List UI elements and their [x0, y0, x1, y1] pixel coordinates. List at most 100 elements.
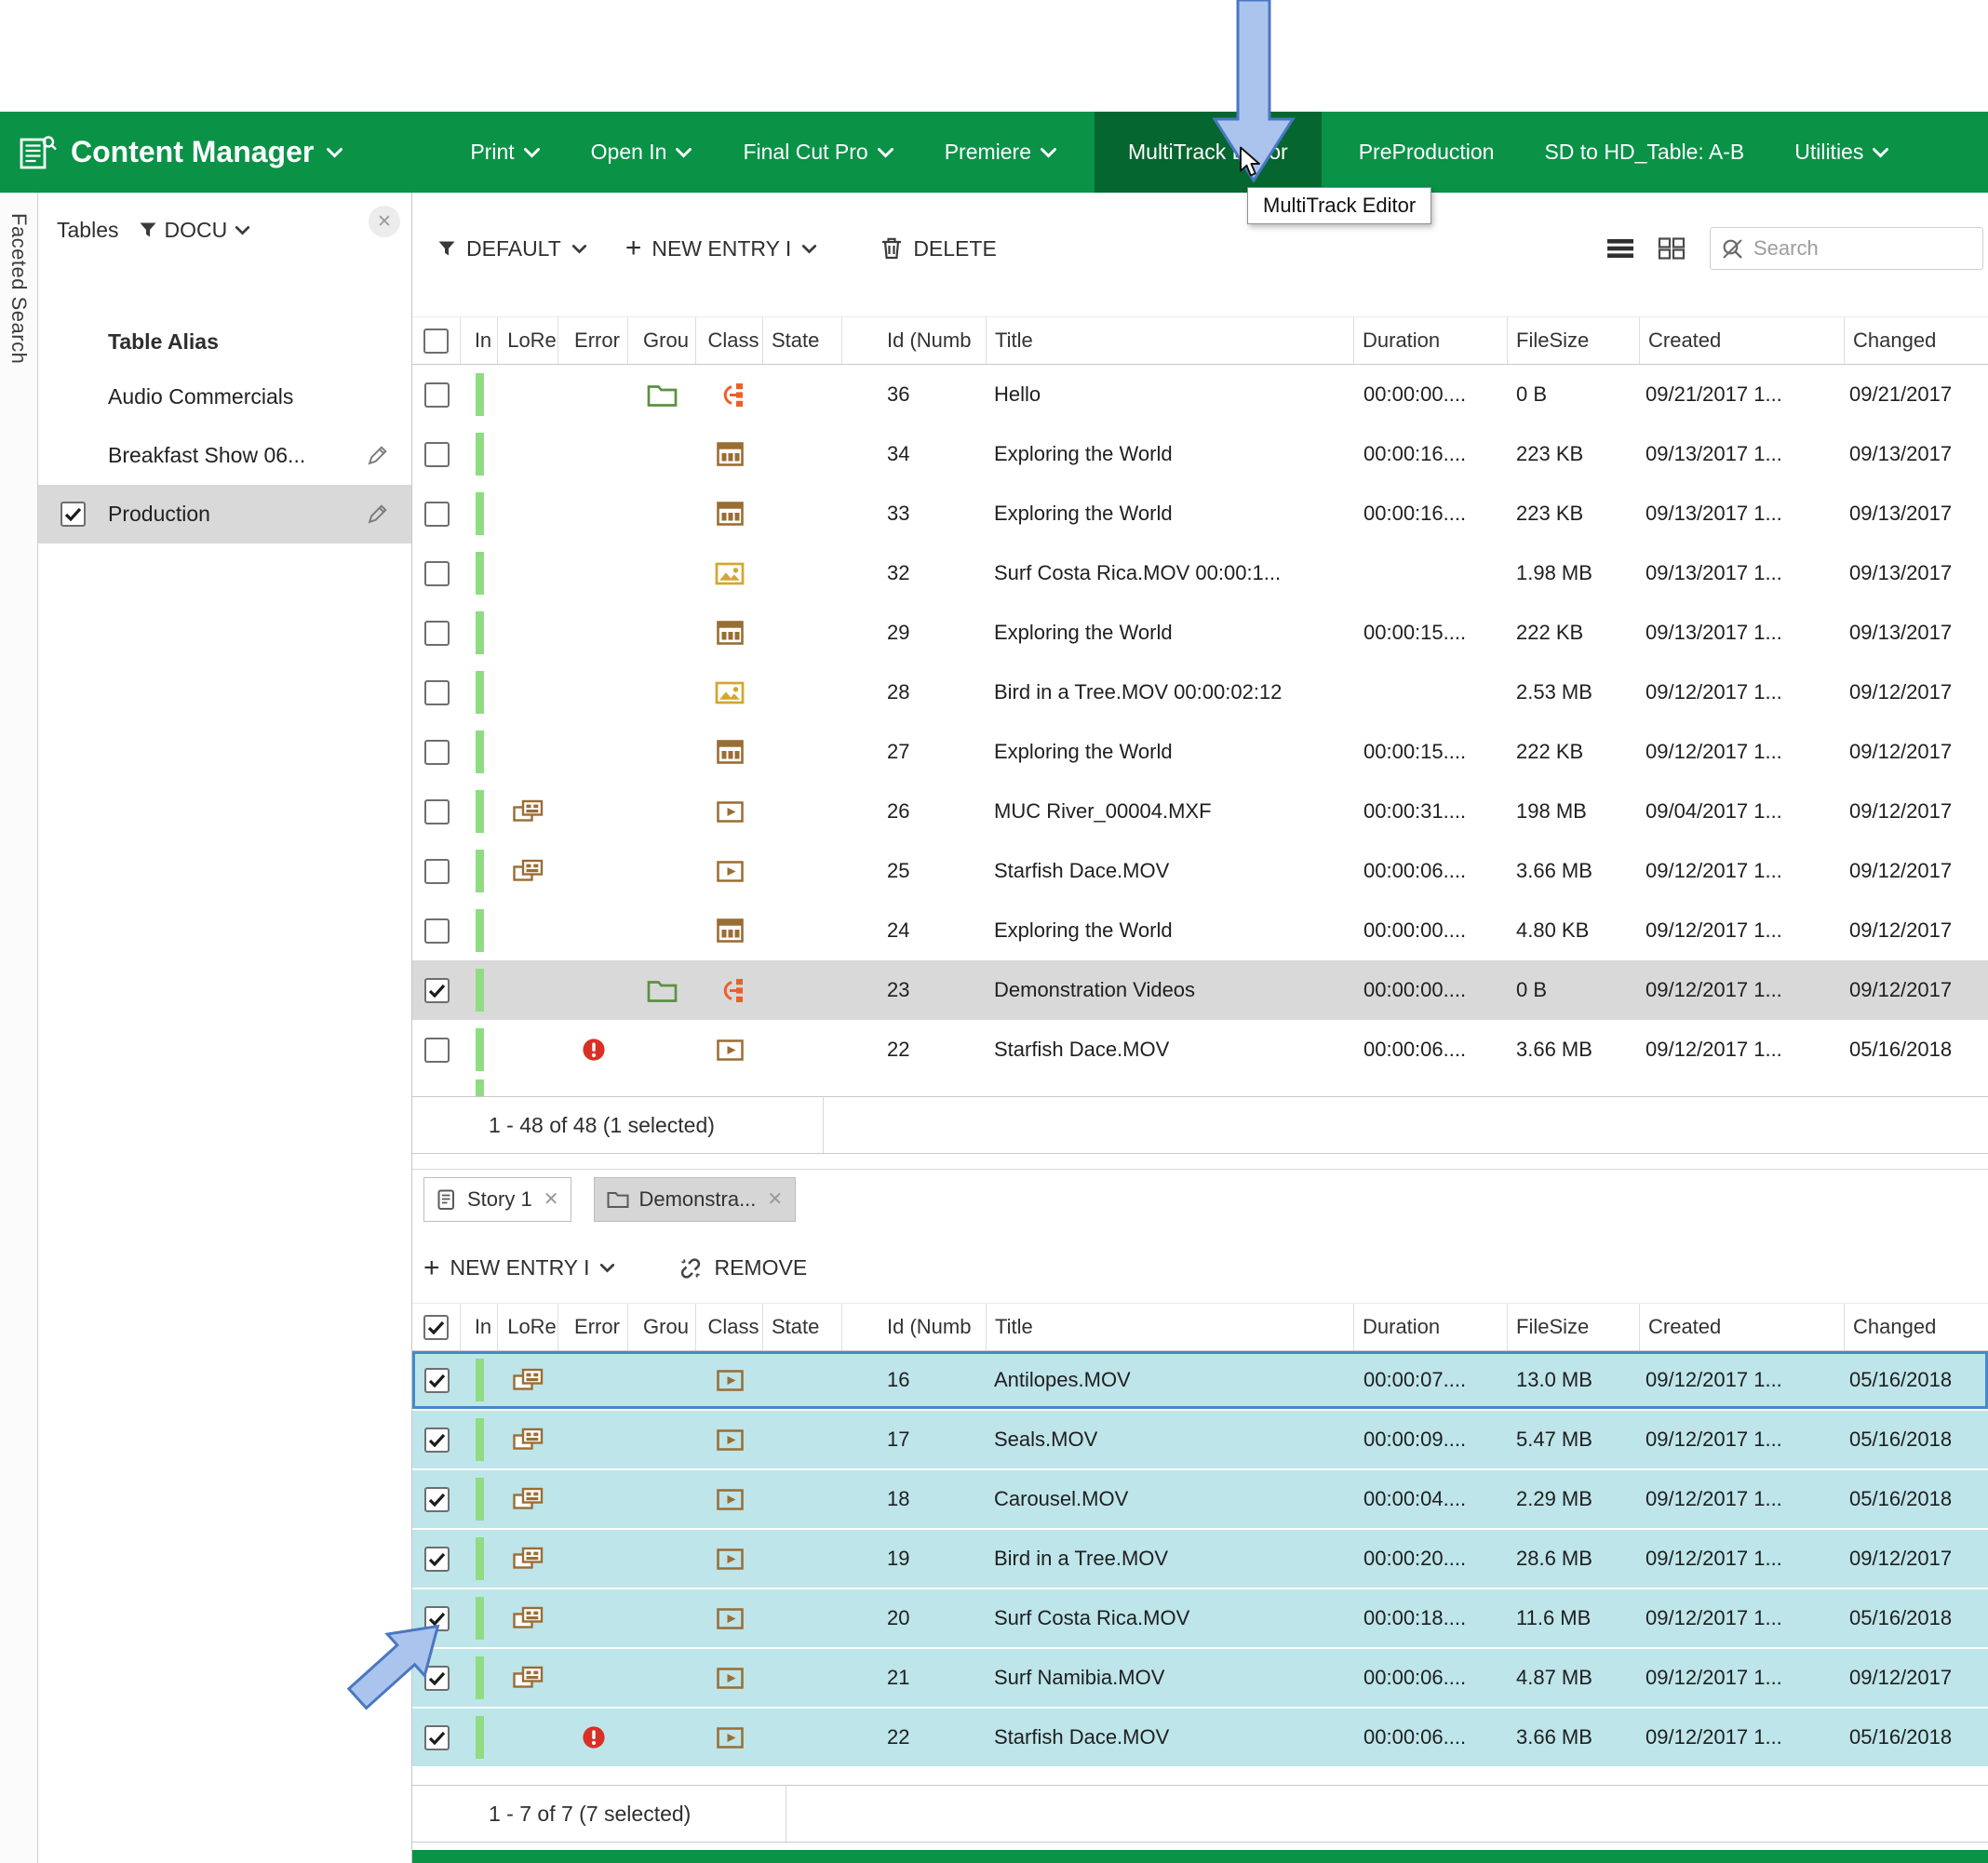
row-checkbox[interactable] — [424, 859, 450, 884]
column-header-created[interactable]: Created — [1640, 317, 1845, 364]
row-select-cell[interactable] — [412, 1351, 461, 1409]
column-header-grou[interactable]: Grou — [628, 317, 696, 364]
menu-item-sd-to-hd-table-a-b[interactable]: SD to HD_Table: A-B — [1531, 112, 1757, 193]
column-header-error[interactable]: Error — [558, 317, 628, 364]
row-select-cell[interactable] — [412, 960, 461, 1020]
edit-pencil-icon[interactable] — [366, 503, 389, 526]
table-row[interactable]: 22Starfish Dace.MOV00:00:06....3.66 MB09… — [412, 1709, 1988, 1768]
sidebar-item-breakfast-show-06[interactable]: Breakfast Show 06... — [38, 426, 411, 485]
row-checkbox[interactable] — [424, 1547, 450, 1572]
menu-item-final-cut-pro[interactable]: Final Cut Pro — [730, 112, 907, 193]
row-checkbox[interactable] — [424, 382, 450, 408]
row-select-cell[interactable] — [412, 424, 461, 484]
row-select-cell[interactable] — [412, 1470, 461, 1528]
row-select-cell[interactable] — [412, 1530, 461, 1588]
column-header-class[interactable]: Class — [696, 317, 763, 364]
default-filter-button[interactable]: DEFAULT — [437, 236, 587, 261]
table-row[interactable]: 28Bird in a Tree.MOV 00:00:02:122.53 MB0… — [412, 663, 1988, 722]
column-header-grou[interactable]: Grou — [628, 1304, 696, 1350]
row-select-cell[interactable] — [412, 603, 461, 663]
menu-item-open-in[interactable]: Open In — [578, 112, 706, 193]
table-row[interactable]: 34Exploring the World00:00:16....223 KB0… — [412, 424, 1988, 484]
row-checkbox[interactable] — [424, 978, 450, 1003]
faceted-search-tab[interactable]: Faceted Search — [0, 193, 38, 1863]
new-entry-button[interactable]: + NEW ENTRY I — [423, 1255, 615, 1280]
table-row[interactable]: 32Surf Costa Rica.MOV 00:00:1...1.98 MB0… — [412, 543, 1988, 603]
menu-item-preproduction[interactable]: PreProduction — [1346, 112, 1508, 193]
sidebar-item-audio-commercials[interactable]: Audio Commercials — [38, 368, 411, 426]
table-row[interactable]: 19Bird in a Tree.MOV00:00:20....28.6 MB0… — [412, 1530, 1988, 1589]
column-header-state[interactable]: State — [763, 1304, 842, 1350]
table-row[interactable]: 18Carousel.MOV00:00:04....2.29 MB09/12/2… — [412, 1470, 1988, 1530]
delete-button[interactable]: DELETE — [880, 236, 996, 261]
table-row[interactable]: 20Surf Costa Rica.MOV00:00:18....11.6 MB… — [412, 1589, 1988, 1649]
table-row[interactable]: 16Antilopes.MOV00:00:07....13.0 MB09/12/… — [412, 1351, 1988, 1411]
new-entry-button[interactable]: + NEW ENTRY I — [625, 236, 817, 261]
remove-button[interactable]: REMOVE — [678, 1255, 807, 1281]
row-select-cell[interactable] — [412, 1020, 461, 1079]
row-select-cell[interactable] — [412, 484, 461, 543]
column-header-title[interactable]: Title — [987, 317, 1354, 364]
filter-chip-demonstra[interactable]: Demonstra...✕ — [594, 1177, 796, 1222]
table-alias-header[interactable]: Table Alias — [38, 316, 411, 368]
row-checkbox[interactable] — [424, 502, 450, 527]
column-header-lore[interactable]: LoRe — [498, 317, 558, 364]
row-checkbox[interactable] — [424, 680, 450, 705]
table-checkbox[interactable] — [60, 502, 86, 527]
row-select-cell[interactable] — [412, 841, 461, 901]
table-row[interactable]: 17Seals.MOV00:00:09....5.47 MB09/12/2017… — [412, 1411, 1988, 1470]
search-box[interactable] — [1710, 227, 1983, 270]
column-header-title[interactable]: Title — [987, 1304, 1354, 1350]
row-checkbox[interactable] — [424, 442, 450, 467]
select-all-checkbox[interactable] — [423, 328, 449, 354]
column-header-lore[interactable]: LoRe — [498, 1304, 558, 1350]
row-select-cell[interactable] — [412, 543, 461, 603]
chip-close-icon[interactable]: ✕ — [544, 1190, 559, 1209]
close-panel-button[interactable]: ✕ — [369, 206, 400, 237]
column-header-id-numb[interactable]: Id (Numb — [842, 1304, 987, 1350]
column-header-in[interactable]: In — [461, 1304, 498, 1350]
chevron-down-icon[interactable] — [326, 147, 343, 158]
column-header-class[interactable]: Class — [696, 1304, 763, 1350]
menu-item-premiere[interactable]: Premiere — [932, 112, 1070, 193]
column-header-changed[interactable]: Changed — [1845, 317, 1988, 364]
row-select-cell[interactable] — [412, 782, 461, 841]
table-row[interactable]: 26MUC River_00004.MXF00:00:31....198 MB0… — [412, 782, 1988, 841]
table-row[interactable]: 24Exploring the World00:00:00....4.80 KB… — [412, 901, 1988, 960]
row-checkbox[interactable] — [424, 1487, 450, 1512]
row-select-cell[interactable] — [412, 1411, 461, 1468]
chevron-down-icon[interactable] — [235, 225, 250, 235]
row-select-cell[interactable] — [412, 365, 461, 424]
menu-item-utilities[interactable]: Utilities — [1781, 112, 1902, 193]
edit-pencil-icon[interactable] — [366, 444, 389, 467]
row-select-cell[interactable] — [412, 663, 461, 722]
row-checkbox[interactable] — [424, 1427, 450, 1453]
row-checkbox[interactable] — [424, 918, 450, 944]
table-row[interactable]: 22Starfish Dace.MOV00:00:06....3.66 MB09… — [412, 1020, 1988, 1079]
table-row[interactable]: 23Demonstration Videos00:00:00....0 B09/… — [412, 960, 1988, 1020]
row-select-cell[interactable] — [412, 901, 461, 960]
table-row[interactable]: 25Starfish Dace.MOV00:00:06....3.66 MB09… — [412, 841, 1988, 901]
column-header-id-numb[interactable]: Id (Numb — [842, 317, 987, 364]
row-checkbox[interactable] — [424, 621, 450, 646]
filter-funnel-icon[interactable] — [139, 221, 157, 239]
menu-item-print[interactable]: Print — [457, 112, 553, 193]
table-row[interactable]: 21Surf Namibia.MOV00:00:06....4.87 MB09/… — [412, 1649, 1988, 1709]
chip-close-icon[interactable]: ✕ — [767, 1190, 783, 1209]
grid-view-button[interactable] — [1658, 236, 1686, 261]
column-header-created[interactable]: Created — [1640, 1304, 1845, 1350]
row-checkbox[interactable] — [424, 799, 450, 824]
select-all-checkbox[interactable] — [423, 1315, 449, 1340]
row-checkbox[interactable] — [424, 740, 450, 765]
column-header-in[interactable]: In — [461, 317, 498, 364]
column-header-select[interactable] — [412, 317, 461, 364]
column-header-changed[interactable]: Changed — [1845, 1304, 1988, 1350]
row-checkbox[interactable] — [424, 1038, 450, 1063]
table-row[interactable]: 36Hello00:00:00....0 B09/21/2017 1...09/… — [412, 365, 1988, 424]
column-header-filesize[interactable]: FileSize — [1508, 1304, 1640, 1350]
column-header-state[interactable]: State — [763, 317, 842, 364]
table-row[interactable]: 27Exploring the World00:00:15....222 KB0… — [412, 722, 1988, 782]
filter-chip-story-1[interactable]: Story 1✕ — [423, 1177, 571, 1222]
row-checkbox[interactable] — [424, 1368, 450, 1393]
column-header-duration[interactable]: Duration — [1354, 317, 1508, 364]
